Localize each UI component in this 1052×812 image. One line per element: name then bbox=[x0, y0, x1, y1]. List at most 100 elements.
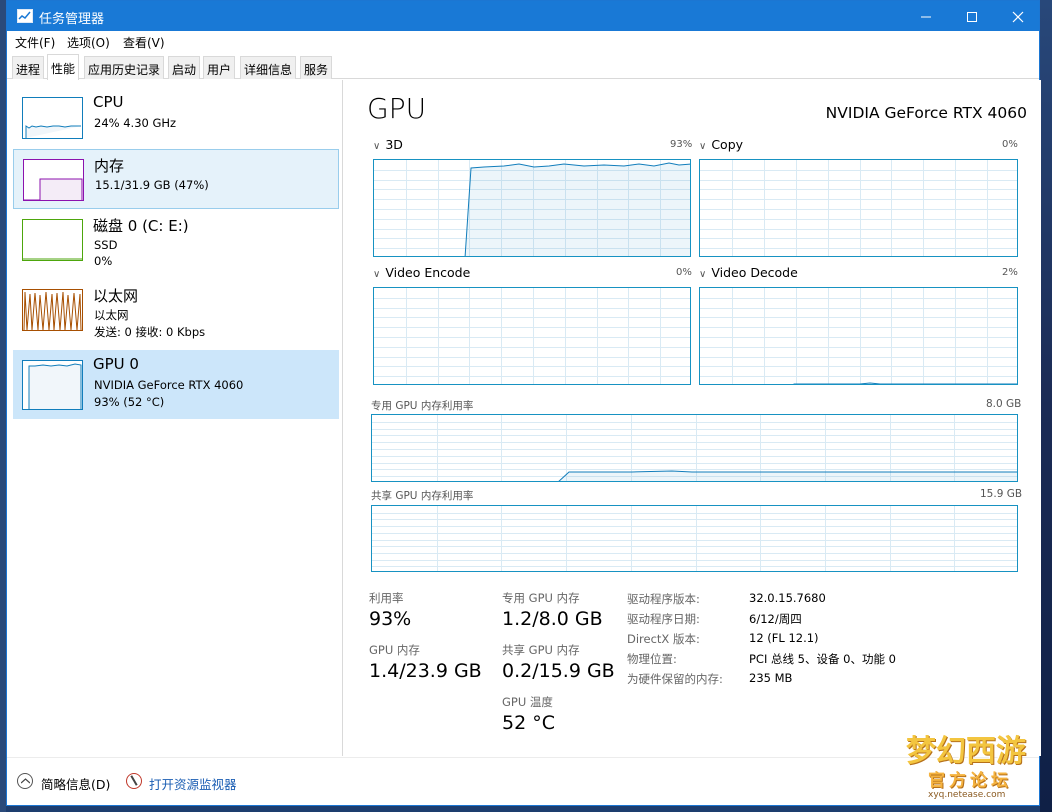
engine-decode-pct: 2% bbox=[1002, 267, 1018, 278]
watermark-line2: 官方论坛 bbox=[928, 771, 1012, 791]
title-bar[interactable]: 任务管理器 bbox=[7, 1, 1039, 31]
ethernet-name: 以太网 bbox=[93, 287, 139, 305]
gpu-model-title: NVIDIA GeForce RTX 4060 bbox=[825, 104, 1027, 122]
ethernet-thumbnail bbox=[22, 289, 83, 331]
directx-value: 12 (FL 12.1) bbox=[749, 631, 819, 645]
graph-grid bbox=[372, 506, 1017, 571]
sidebar-item-gpu[interactable]: GPU 0 NVIDIA GeForce RTX 4060 93% (52 °C… bbox=[13, 350, 339, 419]
disk-type: SSD bbox=[94, 238, 118, 252]
close-icon bbox=[1012, 11, 1024, 23]
sidebar-item-memory[interactable]: 内存 15.1/31.9 GB (47%) bbox=[13, 149, 339, 209]
dedicated-mem-max: 8.0 GB bbox=[986, 398, 1022, 410]
memory-name: 内存 bbox=[94, 157, 125, 175]
gpu-model: NVIDIA GeForce RTX 4060 bbox=[94, 378, 244, 392]
memory-sub: 15.1/31.9 GB (47%) bbox=[95, 178, 209, 192]
sidebar-item-disk[interactable]: 磁盘 0 (C: E:) SSD 0% bbox=[13, 210, 339, 270]
cpu-sub: 24% 4.30 GHz bbox=[94, 116, 177, 130]
engine-encode-graph bbox=[373, 287, 691, 385]
gpu-detail-panel: GPU NVIDIA GeForce RTX 4060 ∨ 3D 93% ∨ Cop… bbox=[342, 80, 1041, 756]
watermark-logo: 梦幻西游 官方论坛 xyq.netease.com bbox=[902, 722, 1032, 806]
gpu-mem-value: 1.4/23.9 GB bbox=[369, 660, 482, 682]
disk-name: 磁盘 0 (C: E:) bbox=[93, 217, 189, 235]
engine-encode-dropdown[interactable]: ∨ Video Encode bbox=[373, 265, 470, 280]
reserved-mem-value: 235 MB bbox=[749, 671, 793, 685]
engine-copy-graph bbox=[699, 159, 1018, 257]
watermark-line3: xyq.netease.com bbox=[928, 790, 1006, 800]
open-resource-monitor-link[interactable]: 打开资源监视器 bbox=[149, 774, 237, 793]
menu-view[interactable]: 查看(V) bbox=[123, 34, 165, 51]
engine-3d-label: 3D bbox=[385, 137, 403, 152]
minimize-button[interactable] bbox=[903, 1, 949, 31]
shared-mem-label: 共享 GPU 内存利用率 bbox=[371, 490, 474, 502]
engine-decode-dropdown[interactable]: ∨ Video Decode bbox=[699, 265, 798, 280]
sidebar-item-cpu[interactable]: CPU 24% 4.30 GHz bbox=[13, 88, 339, 148]
graph-grid bbox=[700, 160, 1017, 256]
gpu-mem-label: GPU 内存 bbox=[369, 643, 420, 657]
dedicated-mem-label: 专用 GPU 内存利用率 bbox=[371, 400, 474, 412]
memory-thumbnail bbox=[23, 159, 84, 201]
driver-version-value: 32.0.15.7680 bbox=[749, 591, 826, 605]
util-value: 93% bbox=[369, 608, 412, 630]
shared-mem-max: 15.9 GB bbox=[980, 488, 1023, 500]
tab-services[interactable]: 服务 bbox=[300, 56, 333, 79]
maximize-button[interactable] bbox=[949, 1, 995, 31]
driver-date-key: 驱动程序日期: bbox=[627, 612, 700, 626]
task-manager-window: 任务管理器 文件(F) 选项(O) 查看(V) 进程 性能 应用历史记录 启动 … bbox=[6, 0, 1041, 806]
driver-version-key: 驱动程序版本: bbox=[627, 592, 700, 606]
engine-copy-dropdown[interactable]: ∨ Copy bbox=[699, 137, 743, 152]
page-title: GPU bbox=[367, 92, 427, 125]
location-value: PCI 总线 5、设备 0、功能 0 bbox=[749, 652, 896, 666]
menu-bar: 文件(F) 选项(O) 查看(V) bbox=[7, 31, 1039, 53]
dedicated-mem-line bbox=[558, 470, 1017, 481]
chevron-down-icon: ∨ bbox=[373, 269, 381, 280]
window-title: 任务管理器 bbox=[39, 12, 105, 27]
cpu-name: CPU bbox=[93, 93, 124, 111]
tab-app-history[interactable]: 应用历史记录 bbox=[84, 56, 165, 79]
task-manager-icon bbox=[17, 9, 33, 23]
menu-options[interactable]: 选项(O) bbox=[67, 34, 110, 51]
maximize-icon bbox=[967, 12, 977, 22]
resource-monitor-icon[interactable] bbox=[126, 773, 142, 789]
temp-label: GPU 温度 bbox=[502, 695, 553, 709]
graph-grid bbox=[374, 288, 690, 384]
engine-copy-label: Copy bbox=[711, 137, 744, 152]
disk-usage: 0% bbox=[94, 254, 113, 268]
gpu-thumbnail bbox=[22, 360, 83, 410]
ethernet-speed: 发送: 0 接收: 0 Kbps bbox=[94, 325, 206, 339]
bottom-bar: 简略信息(D) 打开资源监视器 bbox=[7, 757, 1039, 805]
disk-thumbnail bbox=[22, 219, 83, 261]
shared-mem-stat-value: 0.2/15.9 GB bbox=[502, 660, 615, 682]
location-key: 物理位置: bbox=[627, 652, 677, 666]
engine-3d-line bbox=[464, 162, 690, 256]
tab-processes[interactable]: 进程 bbox=[12, 56, 45, 79]
util-label: 利用率 bbox=[369, 591, 404, 605]
driver-date-value: 6/12/周四 bbox=[749, 612, 802, 626]
sidebar-item-ethernet[interactable]: 以太网 以太网 发送: 0 接收: 0 Kbps bbox=[13, 280, 339, 340]
engine-3d-pct: 93% bbox=[670, 139, 693, 150]
chevron-down-icon: ∨ bbox=[699, 141, 707, 152]
cpu-thumbnail bbox=[22, 97, 83, 139]
tab-startup[interactable]: 启动 bbox=[168, 56, 201, 79]
engine-encode-pct: 0% bbox=[676, 267, 692, 278]
directx-key: DirectX 版本: bbox=[627, 632, 700, 646]
menu-file[interactable]: 文件(F) bbox=[15, 34, 55, 51]
tab-details[interactable]: 详细信息 bbox=[240, 56, 297, 79]
engine-encode-label: Video Encode bbox=[385, 265, 471, 280]
watermark-line1: 梦幻西游 bbox=[906, 734, 1026, 769]
ded-mem-stat-label: 专用 GPU 内存 bbox=[502, 591, 580, 605]
engine-copy-pct: 0% bbox=[1002, 139, 1018, 150]
desktop-right-edge bbox=[1040, 0, 1052, 812]
tab-users[interactable]: 用户 bbox=[203, 56, 236, 79]
close-button[interactable] bbox=[995, 1, 1041, 31]
chevron-up-icon[interactable] bbox=[17, 773, 33, 789]
minimize-icon bbox=[921, 16, 931, 18]
reserved-mem-key: 为硬件保留的内存: bbox=[627, 672, 723, 686]
engine-3d-dropdown[interactable]: ∨ 3D bbox=[373, 137, 403, 152]
tab-bar: 进程 性能 应用历史记录 启动 用户 详细信息 服务 bbox=[7, 53, 1039, 80]
fewer-details-link[interactable]: 简略信息(D) bbox=[41, 774, 110, 793]
engine-decode-line bbox=[793, 382, 1017, 384]
chevron-down-icon: ∨ bbox=[699, 269, 707, 280]
tab-performance[interactable]: 性能 bbox=[47, 54, 80, 80]
chevron-down-icon: ∨ bbox=[373, 141, 381, 152]
temp-value: 52 °C bbox=[502, 712, 555, 734]
